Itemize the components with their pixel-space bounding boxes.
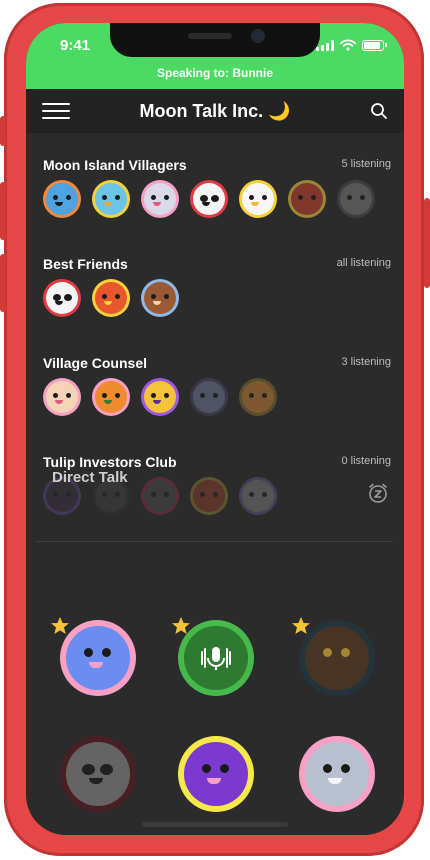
mute-switch	[0, 116, 6, 146]
group-name: Village Counsel	[43, 355, 147, 371]
notch	[110, 23, 320, 57]
villager-avatar[interactable]	[239, 378, 277, 416]
direct-contact-avatar[interactable]	[178, 736, 254, 812]
villager-avatar[interactable]	[92, 180, 130, 218]
group-best-friends[interactable]: Best Friends all listening	[43, 256, 391, 326]
villager-avatar[interactable]	[239, 180, 277, 218]
group-name: Best Friends	[43, 256, 128, 272]
speaking-to-banner[interactable]: Speaking to: Bunnie	[26, 66, 404, 80]
villager-avatar[interactable]	[141, 279, 179, 317]
group-moon-island-villagers[interactable]: Moon Island Villagers 5 listening	[43, 157, 391, 227]
screen: 9:41 Speaking to: Bunnie Moon Talk Inc. …	[26, 23, 404, 835]
direct-contact-avatar[interactable]	[299, 736, 375, 812]
villager-avatar[interactable]	[141, 180, 179, 218]
villager-avatar[interactable]	[141, 477, 179, 515]
app-title: Moon Talk Inc. 🌙	[139, 100, 291, 121]
villager-avatar[interactable]	[92, 279, 130, 317]
menu-icon[interactable]	[42, 103, 70, 119]
status-icons	[316, 39, 387, 51]
group-name: Moon Island Villagers	[43, 157, 187, 173]
group-listening-count: 3 listening	[341, 356, 391, 368]
snooze-alarm-icon[interactable]	[367, 482, 389, 504]
favorite-star-icon	[51, 617, 69, 634]
search-icon[interactable]	[370, 102, 388, 120]
direct-contact-avatar-speaking[interactable]	[178, 620, 254, 696]
group-listening-count: 5 listening	[341, 158, 391, 170]
group-listening-count: all listening	[336, 257, 391, 269]
direct-talk-heading: Direct Talk	[52, 469, 128, 486]
villager-avatar[interactable]	[43, 180, 81, 218]
villager-avatar[interactable]	[43, 279, 81, 317]
direct-contact-avatar[interactable]	[60, 736, 136, 812]
wifi-icon	[340, 39, 356, 51]
speaker-grill	[188, 33, 232, 39]
group-name: Tulip Investors Club	[43, 454, 177, 470]
villager-avatar[interactable]	[239, 477, 277, 515]
front-camera	[251, 29, 265, 43]
volume-down-button	[0, 254, 6, 312]
battery-icon	[362, 39, 387, 51]
power-button	[424, 198, 430, 288]
villager-avatar[interactable]	[190, 378, 228, 416]
home-indicator[interactable]	[142, 822, 288, 827]
villager-avatar[interactable]	[92, 378, 130, 416]
navbar: Moon Talk Inc. 🌙	[26, 89, 404, 133]
villager-avatar[interactable]	[190, 477, 228, 515]
microphone-speaking-icon	[201, 647, 231, 670]
villager-avatar[interactable]	[337, 180, 375, 218]
direct-contact-avatar[interactable]	[299, 620, 375, 696]
villager-avatar[interactable]	[43, 378, 81, 416]
group-tulip-investors-club[interactable]: Tulip Investors Club 0 listening	[43, 454, 391, 524]
volume-up-button	[0, 182, 6, 240]
signal-icon	[316, 39, 334, 51]
villager-avatar[interactable]	[288, 180, 326, 218]
status-time: 9:41	[60, 37, 91, 54]
group-listening-count: 0 listening	[341, 455, 391, 467]
villager-avatar[interactable]	[190, 180, 228, 218]
direct-contact-avatar[interactable]	[60, 620, 136, 696]
group-village-counsel[interactable]: Village Counsel 3 listening	[43, 355, 391, 425]
status-area: 9:41 Speaking to: Bunnie	[26, 23, 404, 89]
section-divider	[35, 541, 393, 542]
villager-avatar[interactable]	[141, 378, 179, 416]
